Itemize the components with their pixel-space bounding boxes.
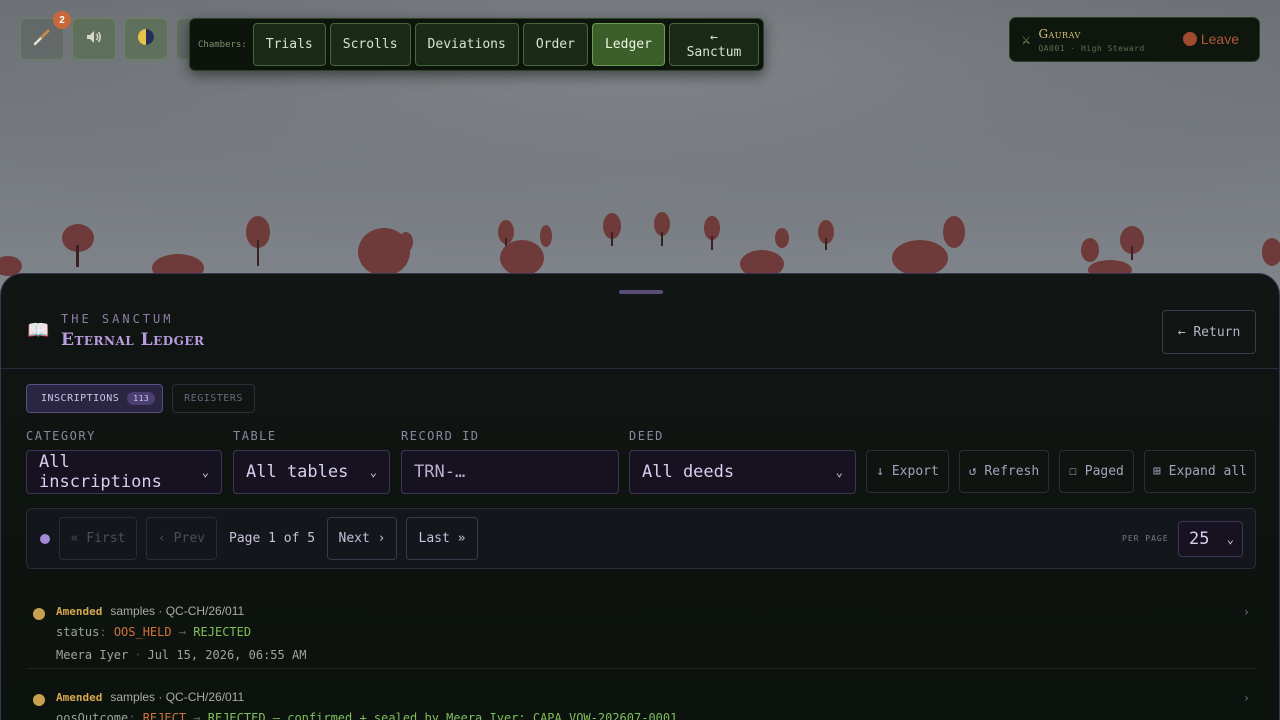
inscriptions-count-badge: 113 [127, 392, 156, 405]
pagination-bar: « First ‹ Prev Page 1 of 5 Next › Last »… [26, 508, 1256, 569]
record-id-input[interactable]: TRN-… [401, 450, 619, 494]
book-icon: 📖 [27, 320, 50, 341]
page-title: Eternal Ledger [61, 330, 205, 350]
drag-handle[interactable] [619, 290, 663, 294]
entry-kind: Amended [56, 691, 103, 704]
chevron-down-icon: ⌄ [369, 465, 377, 479]
tab-inscriptions[interactable]: INSCRIPTIONS 113 [26, 384, 163, 413]
deed-value: All deeds [642, 462, 735, 482]
tab-registers[interactable]: REGISTERS [172, 384, 255, 413]
expand-all-button[interactable]: ⊞ Expand all [1144, 450, 1256, 493]
category-value: All inscriptions [39, 452, 162, 492]
leave-button[interactable]: Leave [1182, 31, 1239, 47]
entry-new-value: REJECTED [207, 711, 266, 720]
next-page-button[interactable]: Next › [327, 517, 397, 560]
speaker-icon [84, 27, 104, 51]
entry-new-value: REJECTED [193, 625, 252, 639]
amended-status-dot [33, 694, 45, 706]
user-role: QA001 · High Steward [1038, 43, 1145, 53]
ledger-entry[interactable]: Amended samples · QC-CH/26/011 status: O… [26, 583, 1256, 669]
theme-toggle-button[interactable] [124, 18, 168, 60]
chamber-deviations[interactable]: Deviations [414, 23, 519, 66]
tab-inscriptions-label: INSCRIPTIONS [41, 393, 120, 404]
first-page-button[interactable]: « First [59, 517, 137, 560]
category-select[interactable]: All inscriptions ⌄ [26, 450, 222, 494]
export-button[interactable]: ↓ Export [866, 450, 949, 493]
return-button[interactable]: ← Return [1162, 310, 1256, 354]
per-page-select[interactable]: 25 ⌄ [1178, 521, 1243, 557]
brush-icon [32, 27, 52, 51]
chamber-ledger[interactable]: Ledger [591, 23, 665, 66]
header-divider [1, 368, 1280, 369]
chevron-right-icon[interactable]: › [1243, 691, 1250, 705]
sound-button[interactable] [72, 18, 116, 60]
user-name: Gaurav [1038, 26, 1081, 41]
entry-old-value: REJECT [142, 711, 187, 720]
per-page-value: 25 [1189, 529, 1210, 549]
table-value: All tables [246, 462, 349, 482]
refresh-button[interactable]: ↺ Refresh [959, 450, 1049, 493]
chambers-label: Chambers: [198, 39, 247, 50]
paged-toggle-button[interactable]: ☐ Paged [1059, 450, 1134, 493]
chevron-down-icon: ⌄ [835, 465, 843, 479]
notification-badge: 2 [53, 11, 71, 29]
chambers-nav: Chambers: Trials Scrolls Deviations Orde… [189, 18, 764, 71]
entry-old-value: OOS_HELD [113, 625, 172, 639]
moon-icon [136, 27, 156, 51]
last-page-button[interactable]: Last » [406, 517, 478, 560]
per-page-label: PER PAGE [1122, 534, 1169, 543]
live-status-dot [40, 534, 50, 544]
chevron-down-icon: ⌄ [1226, 532, 1234, 546]
record-id-placeholder: TRN-… [414, 462, 466, 482]
prev-page-button[interactable]: ‹ Prev [146, 517, 217, 560]
chevron-down-icon: ⌄ [201, 465, 209, 479]
chevron-right-icon[interactable]: › [1243, 605, 1250, 619]
panel-kicker: THE SANCTUM [61, 312, 174, 326]
entry-time: Jul 15, 2026, 06:55 AM [147, 648, 307, 662]
crossed-swords-icon: ⚔ [1022, 31, 1031, 48]
entry-kind: Amended [56, 605, 103, 618]
brush-button[interactable]: 2 [20, 11, 71, 60]
table-label: TABLE [233, 429, 277, 443]
entry-author: Meera Iyer [56, 648, 129, 662]
entry-ref: samples · QC-CH/26/011 [110, 604, 245, 618]
entry-field: status [56, 625, 100, 639]
category-label: CATEGORY [26, 429, 96, 443]
page-indicator: Page 1 of 5 [229, 531, 316, 546]
entry-ref: samples · QC-CH/26/011 [110, 690, 245, 704]
ledger-panel: 📖 THE SANCTUM Eternal Ledger ← Return IN… [0, 273, 1280, 720]
deed-select[interactable]: All deeds ⌄ [629, 450, 856, 494]
user-card: ⚔ Gaurav QA001 · High Steward Leave [1009, 17, 1260, 62]
chamber-order[interactable]: Order [522, 23, 588, 66]
entry-field: oosOutcome [56, 711, 129, 720]
chamber-trials[interactable]: Trials [252, 23, 326, 66]
leave-icon [1182, 32, 1197, 46]
chamber-sanctum[interactable]: ← Sanctum [668, 23, 759, 66]
deed-label: DEED [629, 429, 664, 443]
table-select[interactable]: All tables ⌄ [233, 450, 390, 494]
record-id-label: RECORD ID [401, 429, 480, 443]
ledger-entry[interactable]: Amended samples · QC-CH/26/011 oosOutcom… [26, 669, 1256, 720]
leave-label: Leave [1200, 31, 1239, 47]
entry-note: — confirmed + sealed by Meera Iyer; CAPA… [265, 711, 678, 720]
amended-status-dot [33, 608, 45, 620]
chamber-scrolls[interactable]: Scrolls [329, 23, 411, 66]
